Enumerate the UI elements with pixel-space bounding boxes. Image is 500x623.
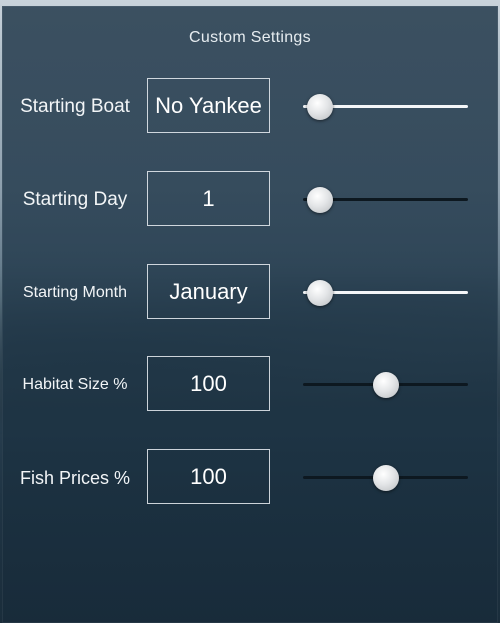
slider-thumb[interactable] bbox=[306, 94, 333, 120]
slider-thumb[interactable] bbox=[306, 280, 333, 306]
setting-value: January bbox=[147, 264, 270, 319]
setting-value: 100 bbox=[147, 449, 270, 504]
setting-value: No Yankee bbox=[147, 78, 270, 133]
slider-thumb[interactable] bbox=[372, 465, 399, 491]
setting-label: Fish Prices % bbox=[19, 467, 131, 488]
setting-label: Starting Boat bbox=[20, 96, 130, 117]
habitat-size-slider[interactable] bbox=[303, 356, 468, 414]
starting-boat-slider[interactable] bbox=[303, 78, 468, 136]
game-screen: Custom Settings Starting Boat No Yankee … bbox=[0, 0, 500, 623]
setting-row-starting-boat: Starting Boat No Yankee bbox=[0, 78, 500, 136]
setting-value: 1 bbox=[147, 171, 270, 226]
setting-row-starting-day: Starting Day 1 bbox=[0, 171, 500, 229]
setting-row-habitat-size: Habitat Size % 100 bbox=[0, 356, 500, 414]
setting-row-fish-prices: Fish Prices % 100 bbox=[0, 449, 500, 507]
slider-thumb[interactable] bbox=[372, 372, 399, 398]
setting-row-starting-month: Starting Month January bbox=[0, 264, 500, 322]
setting-value: 100 bbox=[147, 356, 270, 411]
setting-label: Starting Month bbox=[22, 284, 128, 301]
fish-prices-slider[interactable] bbox=[303, 449, 468, 507]
setting-label: Starting Day bbox=[22, 189, 128, 210]
panel-title: Custom Settings bbox=[189, 29, 311, 46]
slider-thumb[interactable] bbox=[306, 187, 333, 213]
setting-label: Habitat Size % bbox=[22, 376, 128, 393]
starting-month-slider[interactable] bbox=[303, 264, 468, 322]
starting-day-slider[interactable] bbox=[303, 171, 468, 229]
